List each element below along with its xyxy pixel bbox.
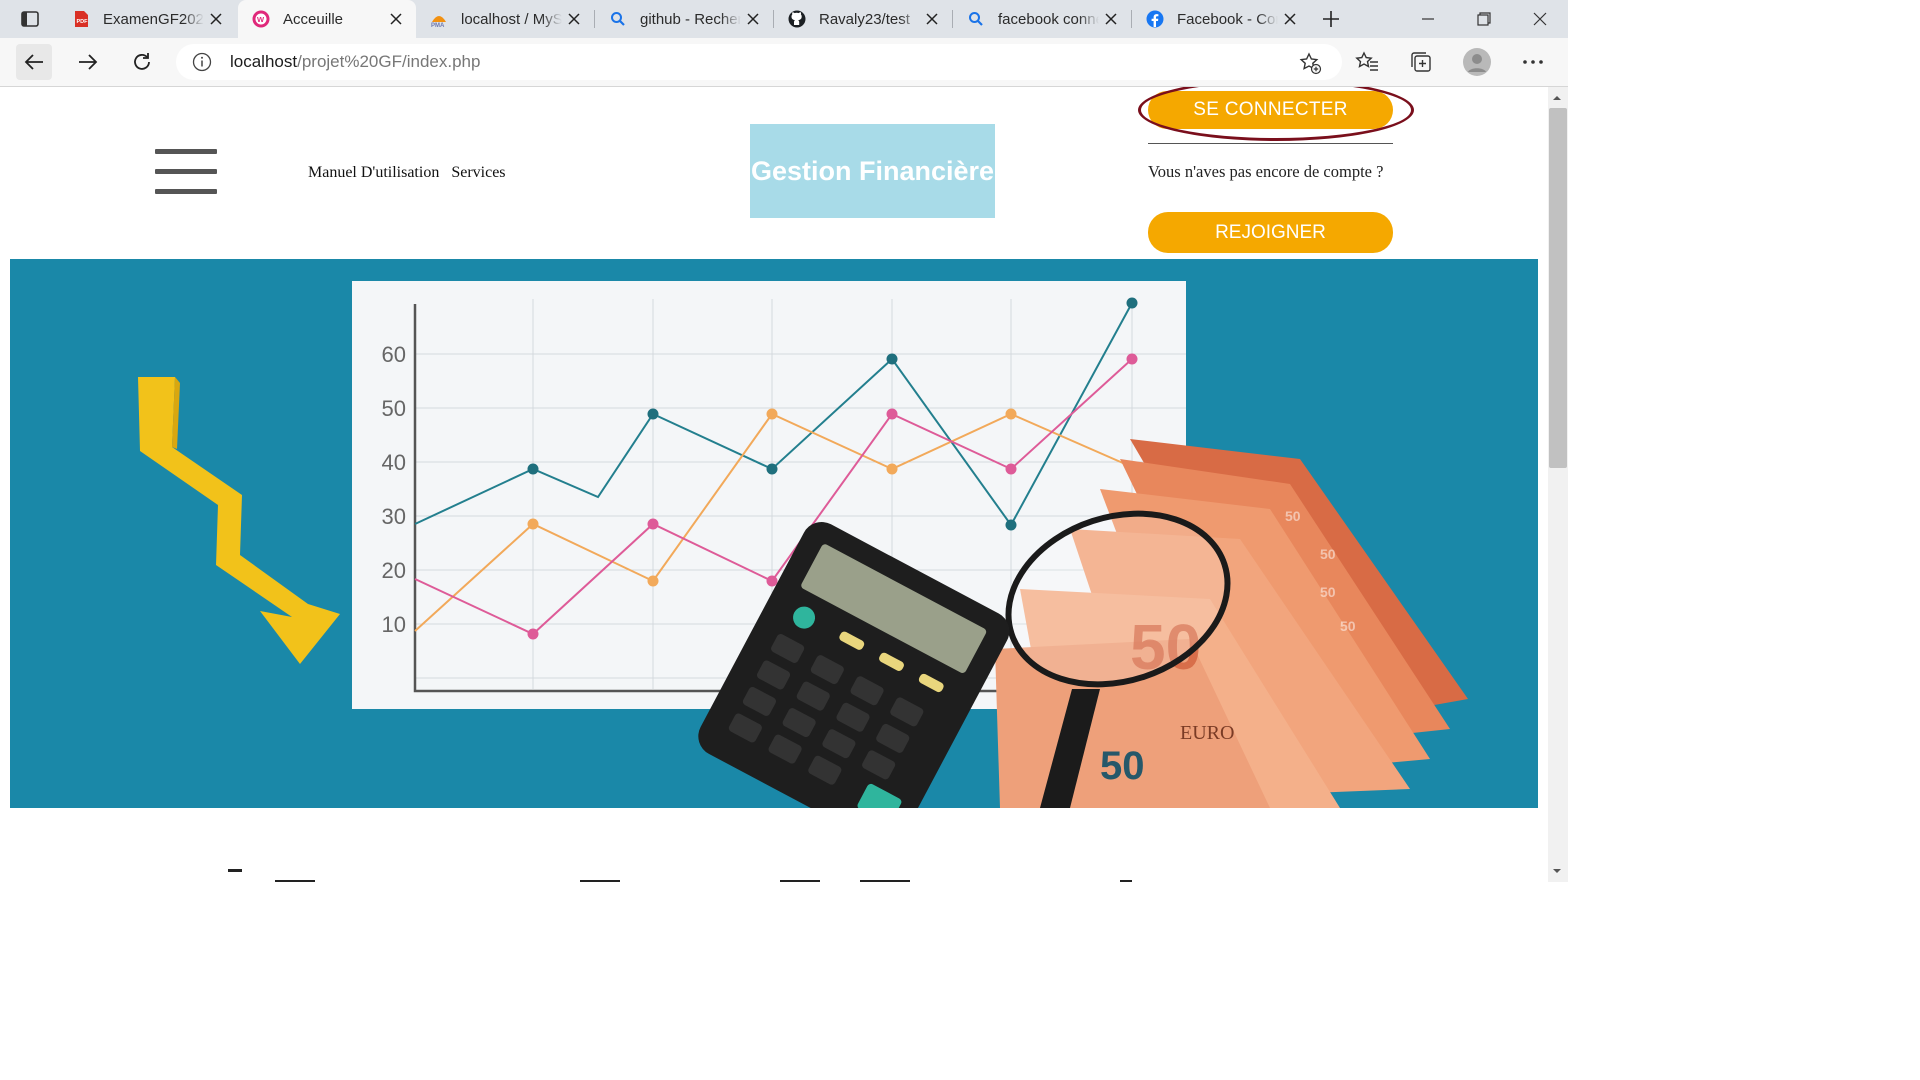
svg-text:W: W — [257, 15, 265, 24]
chart-tick: 60 — [382, 342, 406, 367]
tab-actions-icon — [21, 11, 39, 27]
pdf-icon: PDF — [72, 10, 90, 28]
browser-toolbar: localhost/projet%20GF/index.php — [0, 38, 1568, 87]
more-button[interactable] — [1520, 49, 1546, 75]
tab-title: localhost / MySQL — [461, 10, 562, 28]
minimize-icon — [1422, 18, 1434, 20]
reload-button[interactable] — [124, 44, 160, 80]
more-icon — [1523, 60, 1543, 64]
favorites-button[interactable] — [1354, 49, 1380, 75]
tab-acceuille[interactable]: W Acceuille — [238, 0, 416, 38]
svg-text:50: 50 — [1100, 744, 1145, 788]
restore-icon — [1477, 12, 1491, 26]
close-tab-icon[interactable] — [1099, 7, 1123, 31]
main-nav: Manuel D'utilisation Services — [308, 164, 506, 182]
no-account-text: Vous n'aves pas encore de compte ? — [1148, 162, 1384, 181]
nav-link-manual[interactable]: Manuel D'utilisation — [308, 164, 439, 182]
facebook-icon — [1146, 10, 1164, 28]
svg-text:50: 50 — [1340, 618, 1356, 634]
chart-tick: 40 — [382, 450, 406, 475]
add-favorite-icon[interactable] — [1298, 51, 1322, 75]
restore-button[interactable] — [1456, 0, 1512, 38]
favorites-icon — [1355, 51, 1378, 71]
chart-tick: 30 — [382, 504, 406, 529]
tab-title: Acceuille — [283, 10, 344, 28]
info-icon[interactable] — [192, 52, 212, 72]
url-host: localhost — [230, 52, 298, 71]
plus-icon — [1323, 11, 1339, 27]
arrow-left-icon — [24, 54, 43, 70]
tab-examengf[interactable]: PDF ExamenGF2024 — [58, 0, 236, 38]
close-tab-icon[interactable] — [384, 7, 408, 31]
arrow-right-icon — [79, 54, 98, 70]
scroll-down-icon[interactable] — [1552, 866, 1562, 876]
close-tab-icon[interactable] — [920, 7, 944, 31]
close-tab-icon[interactable] — [741, 7, 765, 31]
close-tab-icon[interactable] — [1278, 7, 1302, 31]
tab-actions-button[interactable] — [8, 0, 52, 38]
avatar-icon — [1463, 48, 1491, 76]
tab-title: Facebook - Connexion — [1177, 10, 1278, 28]
minimize-button[interactable] — [1400, 0, 1456, 38]
tab-github-search[interactable]: github - Recherche — [595, 0, 773, 38]
close-tab-icon[interactable] — [204, 7, 228, 31]
tab-facebook-search[interactable]: facebook connexion — [953, 0, 1131, 38]
tab-github-repo[interactable]: Ravaly23/test — [774, 0, 952, 38]
close-window-button[interactable] — [1512, 0, 1568, 38]
forward-button[interactable] — [70, 44, 106, 80]
reload-icon — [134, 53, 150, 70]
tab-title: github - Recherche — [640, 10, 741, 28]
scrollbar-thumb[interactable] — [1549, 108, 1567, 468]
scroll-up-icon[interactable] — [1552, 93, 1562, 103]
chart-tick: 50 — [382, 396, 406, 421]
profile-button[interactable] — [1463, 48, 1491, 76]
page-viewport: Manuel D'utilisation Services Gestion Fi… — [0, 87, 1548, 882]
hero-image: 60 50 40 30 20 10 50 50 EURO 50 50 5050 — [10, 259, 1538, 808]
section-heading-cutoff — [228, 869, 1132, 882]
tab-title: Ravaly23/test — [819, 10, 910, 28]
new-tab-button[interactable] — [1316, 4, 1346, 34]
tab-title: ExamenGF2024 — [103, 10, 204, 28]
svg-text:PMA: PMA — [431, 23, 445, 28]
tab-facebook[interactable]: Facebook - Connexion — [1132, 0, 1310, 38]
search-icon — [609, 10, 627, 28]
nav-link-services[interactable]: Services — [451, 164, 505, 182]
url-text[interactable]: localhost/projet%20GF/index.php — [230, 52, 480, 72]
collections-button[interactable] — [1408, 49, 1434, 75]
login-button[interactable]: SE CONNECTER — [1148, 91, 1393, 129]
phpmyadmin-icon: PMA — [430, 10, 448, 28]
tab-title: facebook connexion — [998, 10, 1099, 28]
join-button[interactable]: REJOIGNER — [1148, 212, 1393, 253]
svg-text:50: 50 — [1285, 508, 1301, 524]
divider — [1148, 143, 1393, 144]
chart-tick: 10 — [382, 612, 406, 637]
tab-phpmyadmin[interactable]: PMA localhost / MySQL — [416, 0, 594, 38]
close-icon — [1533, 12, 1547, 26]
svg-text:50: 50 — [1320, 546, 1336, 562]
svg-text:EURO: EURO — [1180, 722, 1234, 744]
close-tab-icon[interactable] — [562, 7, 586, 31]
github-icon — [788, 10, 806, 28]
back-button[interactable] — [16, 44, 52, 80]
svg-text:PDF: PDF — [77, 19, 89, 25]
url-path: /projet%20GF/index.php — [297, 52, 481, 71]
svg-text:50: 50 — [1320, 584, 1336, 600]
menu-icon[interactable] — [155, 149, 217, 195]
address-bar[interactable]: localhost/projet%20GF/index.php — [176, 44, 1342, 80]
collections-icon — [1411, 52, 1431, 72]
wamp-icon: W — [252, 10, 270, 28]
chart-tick: 20 — [382, 558, 406, 583]
search-icon — [967, 10, 985, 28]
browser-tab-strip: PDF ExamenGF2024 W Acceuille PMA localho… — [0, 0, 1568, 38]
brand-logo[interactable]: Gestion Financière — [750, 124, 995, 218]
